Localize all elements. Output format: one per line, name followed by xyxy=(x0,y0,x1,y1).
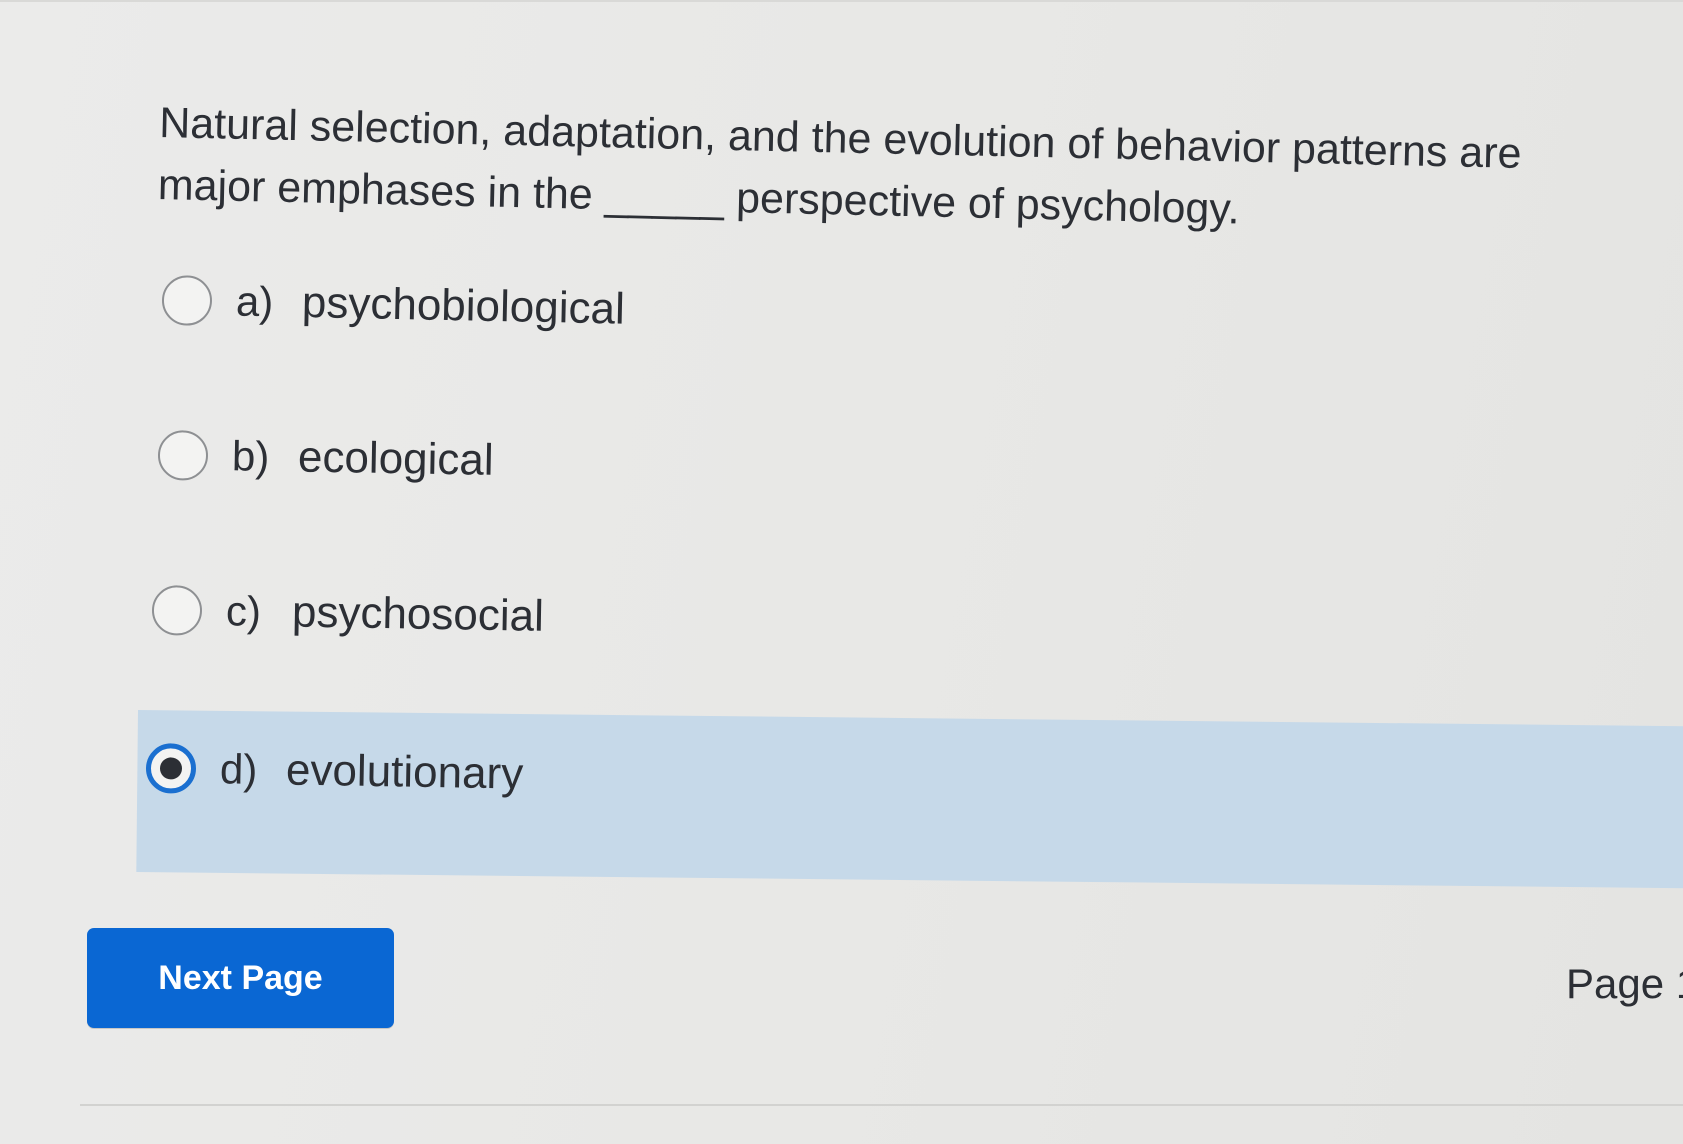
option-d[interactable]: d) evolutionary xyxy=(145,738,524,805)
option-a-label: psychobiological xyxy=(301,277,626,334)
bottom-divider xyxy=(80,1104,1683,1106)
option-a[interactable]: a) psychobiological xyxy=(161,270,625,340)
radio-button-d-selected[interactable] xyxy=(145,743,197,794)
radio-button-c[interactable] xyxy=(151,585,203,636)
option-d-label: evolutionary xyxy=(285,745,524,799)
page-indicator: Page 1 xyxy=(1566,960,1683,1007)
radio-selected-dot xyxy=(159,757,183,780)
next-page-button[interactable]: Next Page xyxy=(87,928,394,1028)
option-c-label: psychosocial xyxy=(291,587,545,641)
option-b-label: ecological xyxy=(297,432,495,485)
quiz-screen: Natural selection, adaptation, and the e… xyxy=(0,0,1683,1144)
option-b-letter: b) xyxy=(231,432,270,480)
radio-button-b[interactable] xyxy=(157,430,209,481)
option-d-letter: d) xyxy=(219,745,258,793)
question-text: Natural selection, adaptation, and the e… xyxy=(157,98,1523,234)
option-a-letter: a) xyxy=(235,277,274,326)
top-divider xyxy=(0,0,1683,2)
option-c[interactable]: c) psychosocial xyxy=(151,580,544,647)
option-b[interactable]: b) ecological xyxy=(157,425,494,491)
option-c-letter: c) xyxy=(225,587,262,635)
radio-button-a[interactable] xyxy=(161,275,213,327)
